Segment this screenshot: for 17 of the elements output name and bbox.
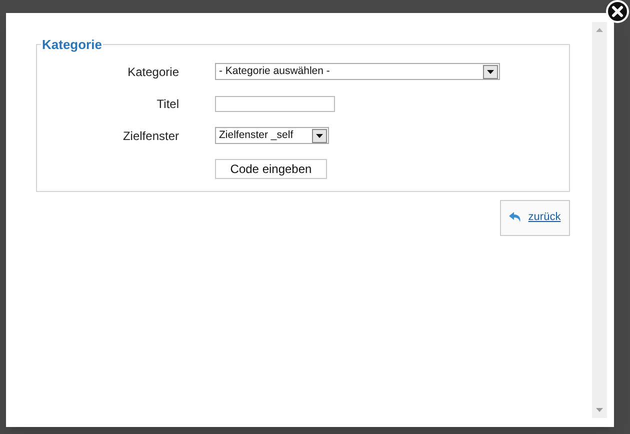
back-link[interactable]: zurück bbox=[500, 200, 570, 236]
dropdown-arrow-button[interactable] bbox=[483, 64, 498, 78]
return-arrow-icon bbox=[509, 211, 522, 224]
caret-icon bbox=[316, 134, 323, 138]
close-icon[interactable] bbox=[606, 0, 629, 23]
input-field[interactable] bbox=[215, 96, 335, 112]
caret-icon bbox=[487, 70, 494, 74]
submit-button[interactable]: Code eingeben bbox=[215, 158, 327, 178]
fieldset-legend: Kategorie bbox=[41, 35, 103, 54]
field-label: Zielfenster bbox=[122, 128, 179, 144]
dropdown-field[interactable]: Zielfenster _self bbox=[215, 127, 329, 144]
field-label: Titel bbox=[156, 96, 179, 112]
dropdown-value: Zielfenster _self bbox=[219, 128, 294, 143]
dropdown-field[interactable]: - Kategorie auswählen - bbox=[215, 63, 500, 80]
field-label: Kategorie bbox=[126, 64, 179, 80]
dropdown-arrow-button[interactable] bbox=[312, 128, 327, 142]
dropdown-value: - Kategorie auswählen - bbox=[219, 64, 330, 79]
